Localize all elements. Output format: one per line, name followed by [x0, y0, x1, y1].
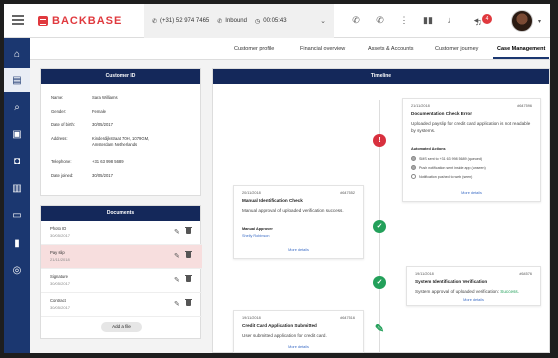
inbound-icon: ✆: [217, 18, 223, 25]
call-bar: ✆ (+31) 52 974 7465 ✆ Inbound ◷ 00:05:43 ⌄: [144, 4, 334, 38]
app-screen: BACKBASE ✆ (+31) 52 974 7465 ✆ Inbound ◷ 00…: [4, 4, 550, 353]
phone-number: ✆ (+31) 52 974 7465: [152, 18, 210, 25]
microphone-icon[interactable]: ♩: [446, 14, 458, 26]
hold-icon[interactable]: ▮▮: [422, 14, 434, 26]
checkmark-icon: ✓: [373, 220, 386, 233]
device-frame: BACKBASE ✆ (+31) 52 974 7465 ✆ Inbound ◷ 00…: [0, 0, 558, 358]
status-dot-icon: [411, 156, 416, 161]
edit-icon[interactable]: ✎: [174, 276, 180, 284]
tab-case-management[interactable]: Case Management: [492, 46, 550, 59]
trash-icon[interactable]: [185, 250, 192, 258]
tab-customer-journey[interactable]: Customer journey: [435, 46, 478, 52]
verification-desc: System approval of uploaded verification…: [415, 289, 519, 294]
lifebuoy-icon[interactable]: ◎: [4, 258, 30, 282]
app-name: BACKBASE: [52, 15, 123, 27]
panel-title: Documents: [41, 206, 200, 221]
call-tools: ✆ ✆ ⋮ ▮▮ ♩ ◂: [350, 14, 482, 26]
error-icon: !: [373, 134, 386, 147]
approver-link[interactable]: Shelly Robinson: [242, 234, 269, 238]
card-icon[interactable]: ▭: [4, 203, 30, 227]
search-icon[interactable]: ⌕: [4, 95, 30, 119]
briefcase-icon[interactable]: ▣: [4, 122, 30, 146]
status-dot-icon: [411, 174, 416, 179]
app-logo: BACKBASE: [38, 15, 122, 27]
checkmark-icon: ✓: [373, 276, 386, 289]
tab-customer-profile[interactable]: Customer profile: [234, 46, 274, 52]
chart-icon[interactable]: ▮: [4, 231, 30, 255]
call-transfer-icon[interactable]: ✆: [374, 14, 386, 26]
action-item: Notification pushed to web (seen): [411, 174, 472, 179]
document-item[interactable]: Photo ID 30/05/2017 ✎: [41, 221, 202, 245]
avatar[interactable]: [511, 10, 533, 32]
panel-title: Timeline: [213, 69, 549, 84]
more-details-link[interactable]: More details: [234, 345, 363, 349]
call-timer: ◷ 00:05:43: [254, 18, 287, 25]
sidebar: ⌂ ▤ ⌕ ▣ ◘ ▥ ▭ ▮ ◎: [4, 38, 30, 353]
trash-icon[interactable]: [185, 274, 192, 282]
tab-financial-overview[interactable]: Financial overview: [300, 46, 345, 52]
edit-icon[interactable]: ✎: [174, 300, 180, 308]
status-success: Success.: [500, 289, 519, 294]
edit-icon[interactable]: ✎: [174, 228, 180, 236]
tab-bar: Customer profile Financial overview Asse…: [30, 38, 550, 60]
timeline-card-documentation-error[interactable]: 21/11/2018 #647596 Documentation Check E…: [402, 98, 541, 202]
action-item: SMS sent to +31 63 998 5689 (queued): [411, 156, 482, 161]
call-forward-icon[interactable]: ✆: [350, 14, 362, 26]
trash-icon[interactable]: [185, 226, 192, 234]
bank-icon[interactable]: ▥: [4, 176, 30, 200]
home-icon[interactable]: ⌂: [4, 42, 30, 66]
timeline-card-manual-check[interactable]: 20/11/2018 #647552 Manual Identification…: [233, 185, 364, 259]
chevron-down-icon[interactable]: ⌄: [320, 17, 326, 25]
panel-title: Customer ID: [41, 69, 200, 84]
customer-id-panel: Customer ID Name: Sara Williams Gender: Fe…: [40, 68, 201, 196]
notification-badge: 4: [482, 14, 492, 24]
phone-icon: ✆: [152, 18, 158, 25]
car-icon[interactable]: ◘: [4, 149, 30, 173]
inbox-icon[interactable]: ▤: [4, 68, 30, 92]
more-details-link[interactable]: More details: [403, 191, 540, 195]
trash-icon[interactable]: [185, 298, 192, 306]
hamburger-menu-icon[interactable]: [12, 15, 24, 25]
pencil-icon: ✎: [374, 323, 385, 335]
call-direction: ✆ Inbound: [217, 18, 247, 25]
more-details-link[interactable]: More details: [234, 248, 363, 252]
avatar-chevron-down-icon[interactable]: ▾: [538, 18, 541, 25]
status-dot-icon: [411, 165, 416, 170]
tab-assets-accounts[interactable]: Assets & Accounts: [368, 46, 414, 52]
documents-panel: Documents Photo ID 30/05/2017 ✎ Pay slip…: [40, 205, 202, 339]
backbase-logo-icon: [38, 16, 48, 26]
more-details-link[interactable]: More details: [407, 298, 540, 302]
document-item[interactable]: Signature 30/05/2017 ✎: [41, 269, 202, 293]
top-bar: BACKBASE ✆ (+31) 52 974 7465 ✆ Inbound ◷ 00…: [4, 4, 550, 38]
timeline-card-system-verification[interactable]: 19/11/2018 #64576 System Identification …: [406, 266, 541, 306]
dialpad-icon[interactable]: ⋮: [398, 14, 410, 26]
add-file-button[interactable]: Add a file: [101, 322, 142, 332]
document-item[interactable]: Contract 30/05/2017 ✎: [41, 293, 202, 317]
action-item: Push notification sent inside app (unsee…: [411, 165, 486, 170]
edit-icon[interactable]: ✎: [174, 252, 180, 260]
timeline-card-application-submitted[interactable]: 19/11/2018 #647516 Credit Card Applicati…: [233, 310, 364, 353]
document-item[interactable]: Pay slip 21/11/2018 ✎: [41, 245, 202, 269]
clock-icon: ◷: [254, 18, 261, 25]
